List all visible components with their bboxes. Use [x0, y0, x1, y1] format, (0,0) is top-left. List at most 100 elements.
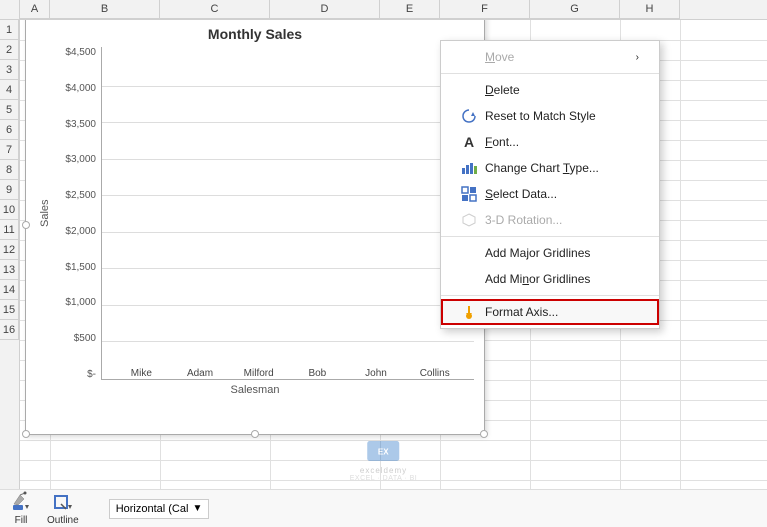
move-icon: [461, 49, 477, 65]
watermark-text: exceldemy: [360, 466, 407, 475]
menu-label-format-axis: Format Axis...: [485, 305, 558, 319]
menu-item-delete[interactable]: Delete: [441, 77, 659, 103]
chart-body: Sales $4,500 $4,000 $3,500 $3,000 $2,500…: [36, 47, 474, 380]
row-header-8[interactable]: 8: [0, 160, 19, 180]
row-header-3[interactable]: 3: [0, 60, 19, 80]
menu-item-change-chart[interactable]: Change Chart Type...: [441, 155, 659, 181]
col-header-g[interactable]: G: [530, 0, 620, 19]
bars-area: Mike Adam Milford Bob: [102, 47, 474, 379]
major-gridlines-icon: [461, 245, 477, 261]
chart-container[interactable]: Monthly Sales Sales $4,500 $4,000 $3,500…: [25, 15, 485, 435]
menu-label-major-gridlines: Add Major Gridlines: [485, 246, 590, 260]
handle-br[interactable]: [480, 430, 488, 438]
y-tick: $2,000: [65, 226, 96, 237]
menu-label-change-chart: Change Chart Type...: [485, 161, 599, 175]
bar-label-john: John: [365, 368, 387, 379]
row-header-2[interactable]: 2: [0, 40, 19, 60]
col-header-e[interactable]: E: [380, 0, 440, 19]
menu-item-reset-style[interactable]: Reset to Match Style: [441, 103, 659, 129]
row-header-13[interactable]: 13: [0, 260, 19, 280]
bar-label-collins: Collins: [420, 368, 450, 379]
menu-label-reset-style: Reset to Match Style: [485, 109, 596, 123]
menu-label-font: Font...: [485, 135, 519, 149]
y-tick: $2,500: [65, 190, 96, 201]
row-header-12[interactable]: 12: [0, 240, 19, 260]
y-tick: $4,000: [65, 83, 96, 94]
fill-icon: [10, 491, 32, 513]
svg-text:EX: EX: [378, 448, 389, 457]
format-axis-icon: [461, 304, 477, 320]
bar-group-milford: Milford: [229, 364, 288, 379]
col-header-b[interactable]: B: [50, 0, 160, 19]
menu-separator-1: [441, 73, 659, 74]
col-header-c[interactable]: C: [160, 0, 270, 19]
row-header-16[interactable]: 16: [0, 320, 19, 340]
delete-icon: [461, 82, 477, 98]
bar-group-mike: Mike: [112, 364, 171, 379]
y-tick: $3,500: [65, 119, 96, 130]
menu-item-move[interactable]: Move ›: [441, 44, 659, 70]
menu-label-move: Move: [485, 50, 514, 64]
row-header-6[interactable]: 6: [0, 120, 19, 140]
col-header-d[interactable]: D: [270, 0, 380, 19]
menu-label-select-data: Select Data...: [485, 187, 557, 201]
y-tick: $-: [87, 369, 96, 380]
row-header-14[interactable]: 14: [0, 280, 19, 300]
menu-label-3d-rotation: 3-D Rotation...: [485, 213, 562, 227]
menu-label-minor-gridlines: Add Minor Gridlines: [485, 272, 590, 286]
col-header-h[interactable]: H: [620, 0, 680, 19]
bar-label-mike: Mike: [131, 368, 152, 379]
row-header-11[interactable]: 11: [0, 220, 19, 240]
row-headers: 1 2 3 4 5 6 7 8 9 10 11 12 13 14 15 16: [0, 20, 20, 527]
watermark-logo-svg: EX: [364, 436, 404, 466]
bar-label-milford: Milford: [244, 368, 274, 379]
outline-button[interactable]: Outline: [47, 491, 79, 526]
chart-title: Monthly Sales: [36, 26, 474, 42]
menu-item-major-gridlines[interactable]: Add Major Gridlines: [441, 240, 659, 266]
row-header-9[interactable]: 9: [0, 180, 19, 200]
row-header-1[interactable]: 1: [0, 20, 19, 40]
menu-item-format-axis[interactable]: Format Axis...: [441, 299, 659, 325]
menu-separator-3: [441, 295, 659, 296]
x-axis-title: Salesman: [36, 384, 474, 396]
y-axis-label: Sales: [36, 47, 54, 380]
y-axis: $4,500 $4,000 $3,500 $3,000 $2,500 $2,00…: [56, 47, 101, 380]
reset-icon: [461, 108, 477, 124]
watermark: EX exceldemy EXCEL · DATA · BI: [350, 436, 418, 482]
column-headers: A B C D E F G H: [0, 0, 767, 20]
watermark-tagline: EXCEL · DATA · BI: [350, 475, 418, 482]
bar-group-collins: Collins: [405, 364, 464, 379]
outline-label: Outline: [47, 515, 79, 526]
handle-bc[interactable]: [251, 430, 259, 438]
dropdown-arrow-icon: ▼: [192, 503, 202, 514]
bar-group-bob: Bob: [288, 364, 347, 379]
col-header-a[interactable]: A: [20, 0, 50, 19]
col-header-f[interactable]: F: [440, 0, 530, 19]
handle-ml[interactable]: [22, 221, 30, 229]
minor-gridlines-icon: [461, 271, 477, 287]
row-header-5[interactable]: 5: [0, 100, 19, 120]
menu-item-font[interactable]: A Font...: [441, 129, 659, 155]
row-header-10[interactable]: 10: [0, 200, 19, 220]
cube-icon: [461, 212, 477, 228]
y-tick: $1,000: [65, 297, 96, 308]
menu-item-minor-gridlines[interactable]: Add Minor Gridlines: [441, 266, 659, 292]
y-tick: $3,000: [65, 154, 96, 165]
fill-label: Fill: [15, 515, 28, 526]
menu-label-delete: Delete: [485, 83, 520, 97]
menu-item-select-data[interactable]: Select Data...: [441, 181, 659, 207]
y-tick: $500: [74, 333, 96, 344]
row-header-4[interactable]: 4: [0, 80, 19, 100]
row-header-7[interactable]: 7: [0, 140, 19, 160]
font-icon: A: [461, 134, 477, 150]
move-arrow-icon: ›: [636, 52, 639, 63]
y-tick: $4,500: [65, 47, 96, 58]
spreadsheet: A B C D E F G H 1 2 3 4 5 6 7 8 9 10 11 …: [0, 0, 767, 527]
row-header-15[interactable]: 15: [0, 300, 19, 320]
handle-bl[interactable]: [22, 430, 30, 438]
horizontal-cal-dropdown[interactable]: Horizontal (Cal ▼: [109, 499, 210, 519]
y-tick: $1,500: [65, 262, 96, 273]
bar-label-adam: Adam: [187, 368, 213, 379]
corner-cell: [0, 0, 20, 20]
fill-button[interactable]: Fill: [10, 491, 32, 526]
